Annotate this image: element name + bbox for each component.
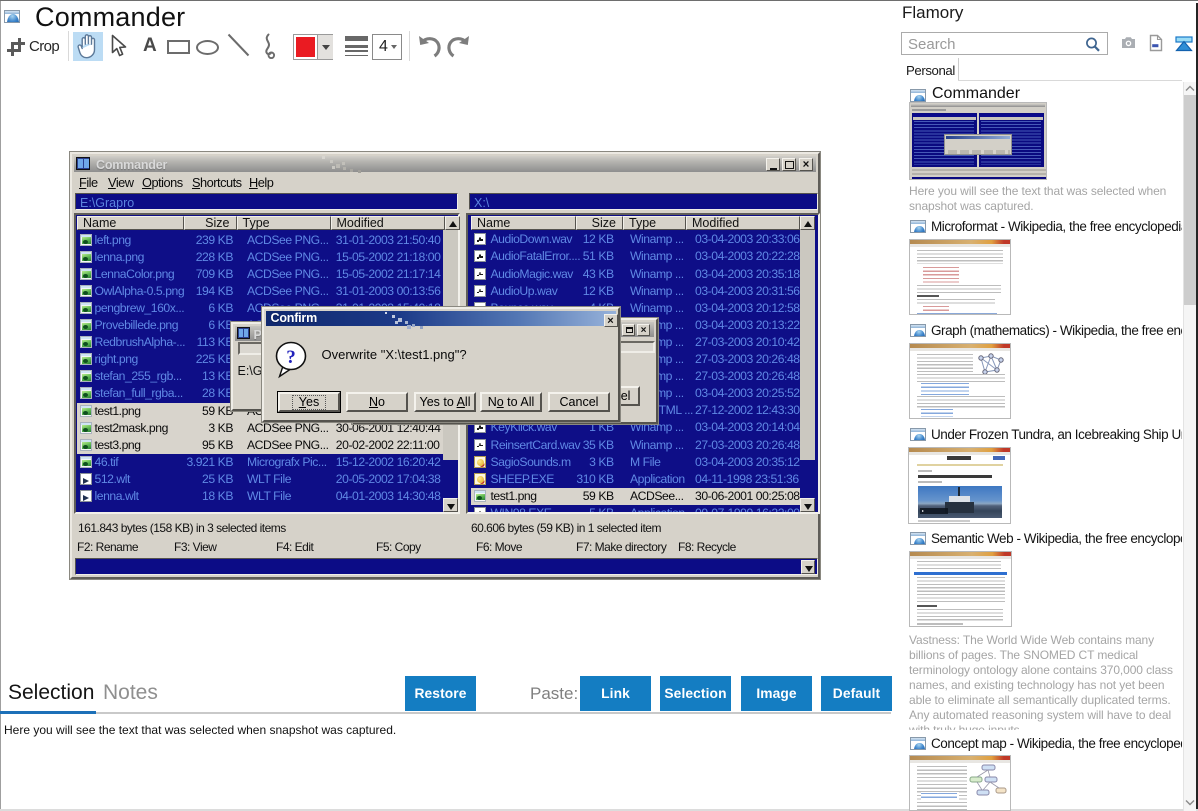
svg-text:?: ? <box>286 347 296 368</box>
